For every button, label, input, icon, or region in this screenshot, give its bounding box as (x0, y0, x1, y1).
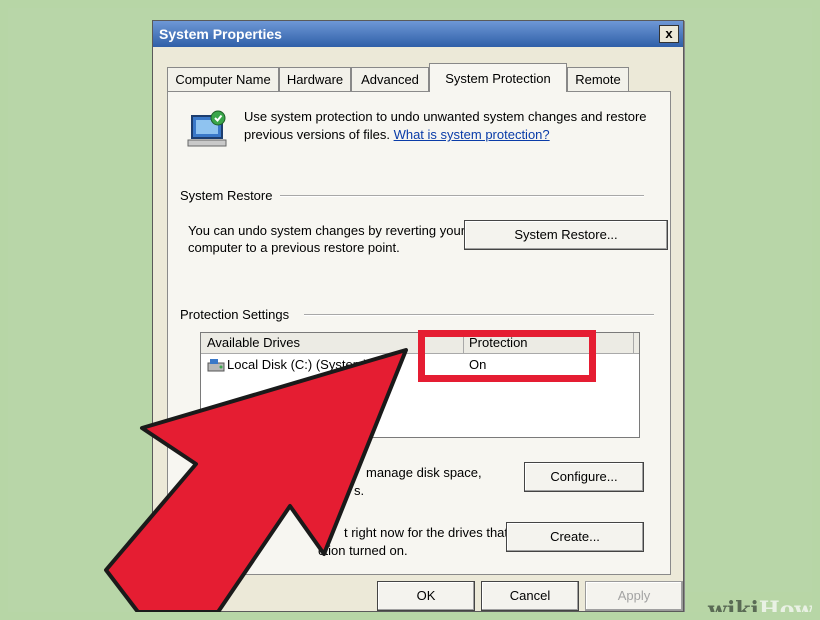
protection-settings-group-title: Protection Settings (180, 307, 296, 322)
ok-button[interactable]: OK (377, 581, 475, 611)
protection-settings-divider (304, 314, 654, 316)
wikihow-watermark: wikiHow (688, 592, 812, 612)
tab-advanced[interactable]: Advanced (351, 67, 429, 92)
system-restore-group-title: System Restore (180, 188, 279, 203)
cancel-button[interactable]: Cancel (481, 581, 579, 611)
screenshot-frame: System Properties x Computer Name Hardwa… (8, 8, 812, 612)
apply-button[interactable]: Apply (585, 581, 683, 611)
system-properties-dialog: System Properties x Computer Name Hardwa… (152, 20, 684, 612)
watermark-wiki: wiki (708, 597, 759, 612)
drive-name: Local Disk (C:) (System) (227, 357, 368, 372)
system-restore-button[interactable]: System Restore... (464, 220, 668, 250)
configure-description-cont: s. (354, 483, 365, 498)
configure-button[interactable]: Configure... (524, 462, 644, 492)
window-title: System Properties (159, 26, 282, 42)
create-description: t right now for the drives that (344, 525, 509, 540)
column-available-drives[interactable]: Available Drives (207, 335, 300, 350)
protection-highlight-box (418, 330, 596, 382)
create-description-cont: ction turned on. (318, 543, 408, 558)
system-restore-divider (280, 195, 644, 197)
what-is-system-protection-link[interactable]: What is system protection? (394, 127, 550, 142)
create-button[interactable]: Create... (506, 522, 644, 552)
close-button[interactable]: x (659, 25, 679, 43)
tab-hardware[interactable]: Hardware (279, 67, 351, 92)
tab-remote[interactable]: Remote (567, 67, 629, 92)
title-bar[interactable]: System Properties x (153, 21, 683, 47)
watermark-how: How (758, 597, 812, 612)
configure-description: manage disk space, (366, 465, 482, 480)
system-protection-icon (187, 110, 227, 147)
drive-icon (207, 359, 225, 372)
column-separator-end (633, 333, 634, 353)
system-restore-description: You can undo system changes by reverting… (188, 223, 466, 255)
intro-text: Use system protection to undo unwanted s… (244, 108, 654, 144)
tab-computer-name[interactable]: Computer Name (167, 67, 279, 92)
create-description-start: ave (204, 543, 225, 558)
tab-system-protection[interactable]: System Protection (429, 63, 567, 92)
